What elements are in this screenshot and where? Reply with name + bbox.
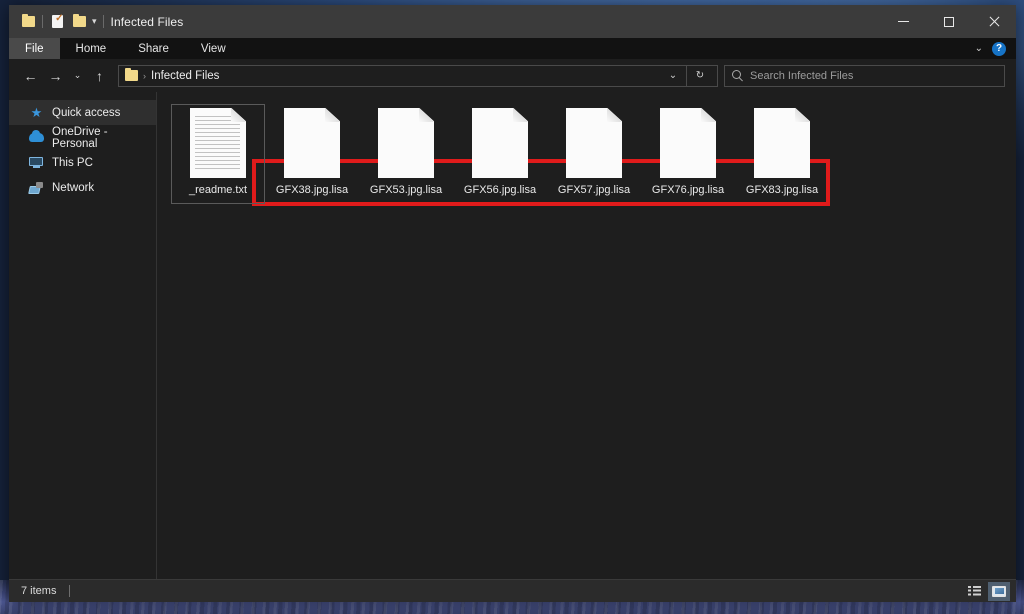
blank-document-icon <box>566 108 622 178</box>
sidebar-item-label: Quick access <box>52 106 121 119</box>
blank-document-icon <box>284 108 340 178</box>
large-icons-view-icon <box>992 585 1006 597</box>
tab-file[interactable]: File <box>9 38 60 59</box>
file-name: GFX76.jpg.lisa <box>651 184 725 196</box>
large-icons-view-button[interactable] <box>988 581 1010 601</box>
breadcrumb-folder-icon <box>125 67 138 81</box>
properties-icon[interactable] <box>46 9 68 35</box>
address-divider <box>686 65 687 86</box>
search-input[interactable]: Search Infected Files <box>750 70 853 82</box>
file-name: GFX57.jpg.lisa <box>557 184 631 196</box>
folder-icon[interactable] <box>17 9 39 35</box>
search-icon <box>732 70 743 81</box>
tab-view[interactable]: View <box>185 38 242 59</box>
file-name: GFX56.jpg.lisa <box>463 184 537 196</box>
window-body: ★ Quick access OneDrive - Personal This … <box>9 92 1016 579</box>
details-view-button[interactable] <box>963 582 985 601</box>
back-button[interactable]: ← <box>18 64 43 88</box>
maximize-button[interactable] <box>926 5 971 38</box>
sidebar-item-label: This PC <box>52 156 93 169</box>
quick-access-toolbar: ▾ <box>9 9 101 35</box>
file-item[interactable]: GFX56.jpg.lisa <box>453 104 547 204</box>
sidebar-item-onedrive[interactable]: OneDrive - Personal <box>9 125 156 150</box>
window-title: Infected Files <box>110 14 184 29</box>
ribbon-tab-strip: File Home Share View ⌄ ? <box>9 38 1016 59</box>
details-view-icon <box>967 585 981 597</box>
blank-document-icon <box>378 108 434 178</box>
file-grid: _readme.txt GFX38.jpg.lisa GFX53.jpg.lis… <box>157 92 1016 204</box>
forward-button[interactable]: → <box>43 64 68 88</box>
cloud-icon <box>29 129 44 145</box>
status-divider <box>69 585 71 597</box>
navigation-pane: ★ Quick access OneDrive - Personal This … <box>9 92 157 579</box>
minimize-button[interactable] <box>881 5 926 38</box>
status-bar: 7 items <box>9 579 1016 602</box>
search-box[interactable]: Search Infected Files <box>724 64 1005 87</box>
address-bar[interactable]: › Infected Files ⌄ ↻ <box>118 64 718 87</box>
customize-chevron-icon[interactable]: ▾ <box>90 17 101 26</box>
up-button[interactable]: ↑ <box>87 64 112 88</box>
file-item[interactable]: GFX57.jpg.lisa <box>547 104 641 204</box>
file-item[interactable]: _readme.txt <box>171 104 265 204</box>
address-bar-controls: ⌄ ↻ <box>662 65 711 86</box>
close-button[interactable] <box>971 5 1016 38</box>
file-item[interactable]: GFX83.jpg.lisa <box>735 104 829 204</box>
file-name: GFX83.jpg.lisa <box>745 184 819 196</box>
chevron-down-icon[interactable]: ⌄ <box>975 43 983 54</box>
blank-document-icon <box>754 108 810 178</box>
title-bar: ▾ Infected Files <box>9 5 1016 38</box>
file-explorer-window: ▾ Infected Files File Home Share View ⌄ … <box>9 5 1016 602</box>
sidebar-item-label: Network <box>52 181 95 194</box>
file-name: _readme.txt <box>188 184 248 196</box>
toolbar-divider <box>42 15 43 28</box>
sidebar-item-label: OneDrive - Personal <box>52 125 108 150</box>
file-name: GFX53.jpg.lisa <box>369 184 443 196</box>
recent-locations-button[interactable]: ⌄ <box>68 64 87 88</box>
computer-icon <box>29 155 44 170</box>
sidebar-item-this-pc[interactable]: This PC <box>9 150 156 175</box>
file-name: GFX38.jpg.lisa <box>275 184 349 196</box>
address-dropdown-icon[interactable]: ⌄ <box>662 66 684 86</box>
blank-document-icon <box>472 108 528 178</box>
tab-share[interactable]: Share <box>122 38 185 59</box>
star-icon: ★ <box>30 105 43 120</box>
file-item[interactable]: GFX38.jpg.lisa <box>265 104 359 204</box>
breadcrumb-separator-icon: › <box>143 70 146 81</box>
refresh-icon[interactable]: ↻ <box>689 66 711 86</box>
sidebar-item-network[interactable]: Network <box>9 175 156 200</box>
sidebar-item-quick-access[interactable]: ★ Quick access <box>9 100 156 125</box>
network-icon <box>29 181 44 195</box>
new-folder-icon[interactable] <box>68 9 90 35</box>
breadcrumb-path[interactable]: Infected Files <box>151 70 219 82</box>
file-item[interactable]: GFX76.jpg.lisa <box>641 104 735 204</box>
item-count-label: 7 items <box>21 585 57 597</box>
text-document-icon <box>190 108 246 178</box>
file-list-pane[interactable]: _readme.txt GFX38.jpg.lisa GFX53.jpg.lis… <box>157 92 1016 579</box>
tab-home[interactable]: Home <box>60 38 123 59</box>
file-item[interactable]: GFX53.jpg.lisa <box>359 104 453 204</box>
ribbon-right-controls: ⌄ ? <box>975 38 1016 59</box>
blank-document-icon <box>660 108 716 178</box>
help-icon[interactable]: ? <box>992 41 1006 56</box>
window-controls <box>881 5 1016 38</box>
title-divider <box>102 15 104 28</box>
address-bar-row: ← → ⌄ ↑ › Infected Files ⌄ ↻ Search Infe… <box>9 59 1016 92</box>
view-toggle-group <box>963 581 1010 601</box>
